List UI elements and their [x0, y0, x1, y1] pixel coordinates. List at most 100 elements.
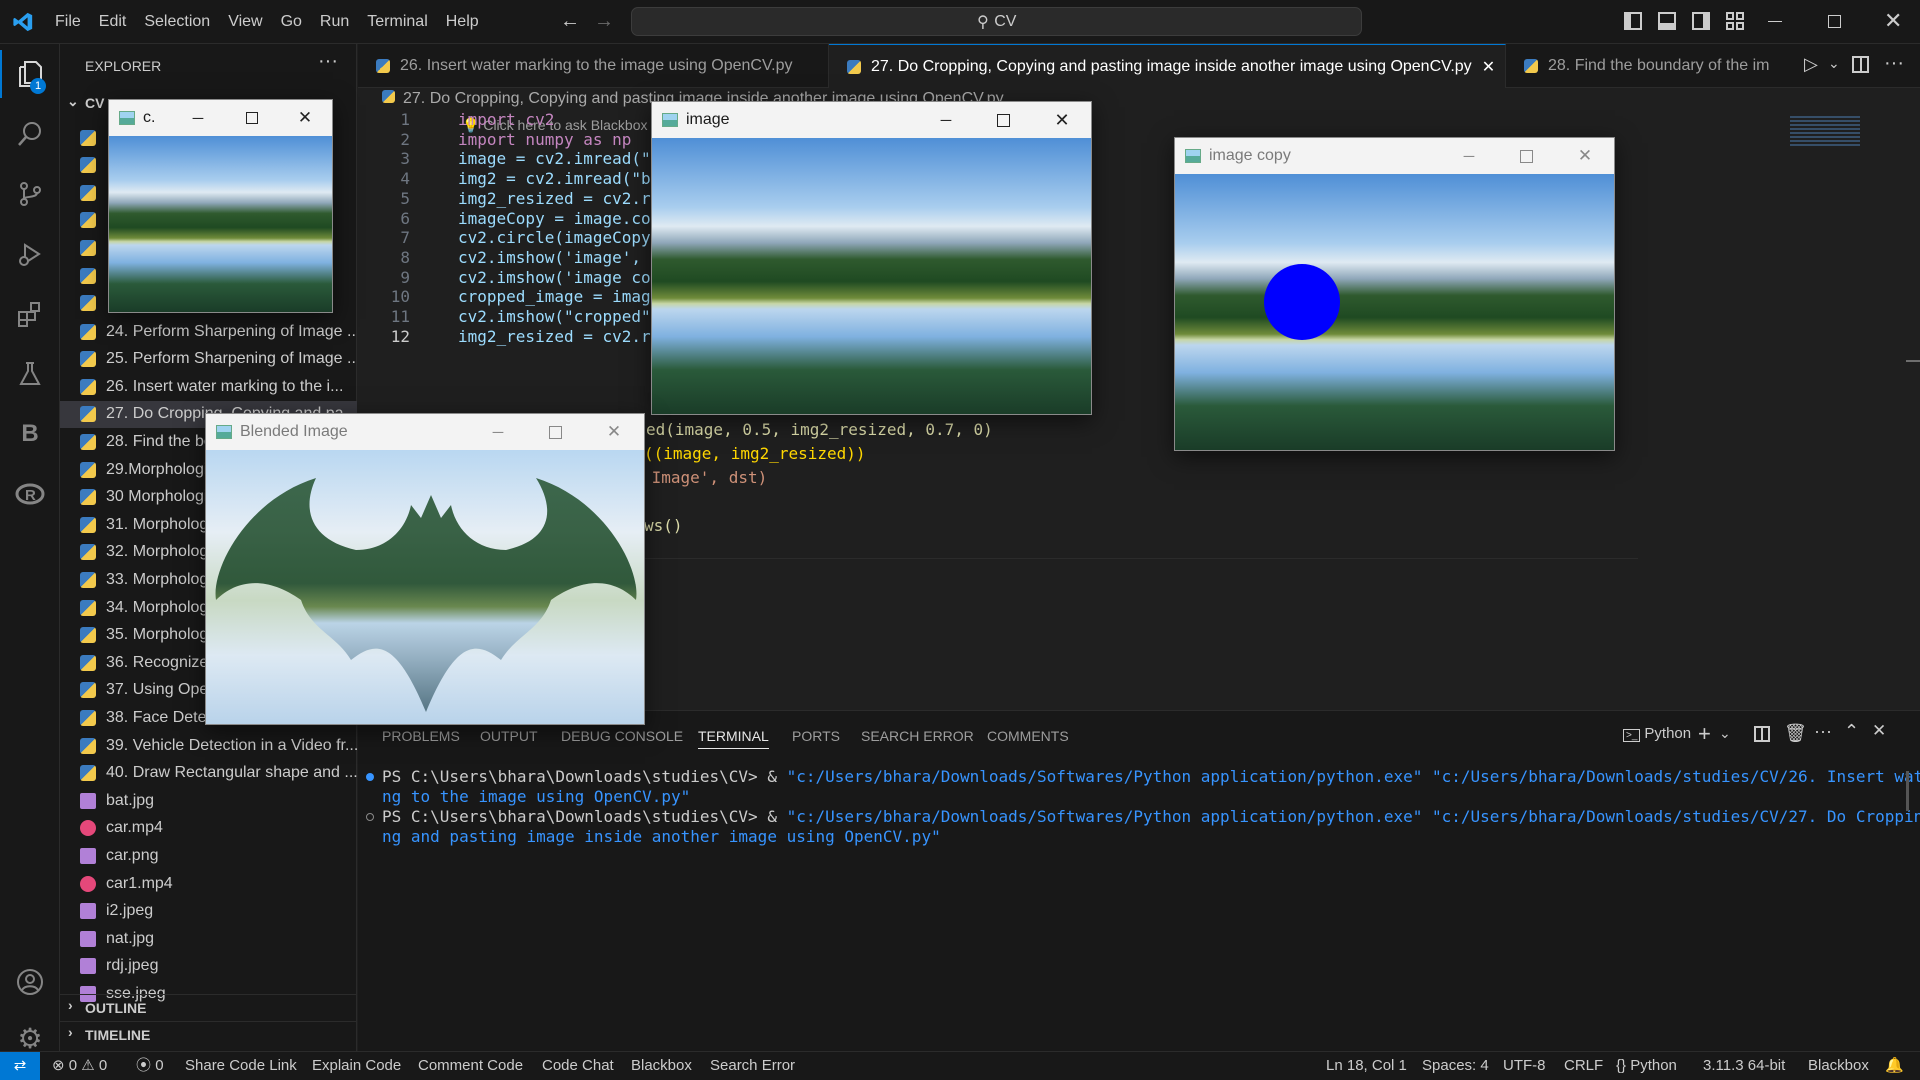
tab-problems[interactable]: PROBLEMS — [382, 728, 460, 744]
remote-explorer-icon[interactable]: R — [0, 466, 60, 522]
command-center[interactable]: ⚲ CV — [631, 7, 1362, 36]
share-code-link[interactable]: Share Code Link — [185, 1052, 297, 1080]
back-arrow-icon[interactable]: ← — [560, 10, 580, 33]
chevron-down-icon[interactable]: ⌄ — [1719, 725, 1731, 742]
menu-file[interactable]: File — [46, 0, 90, 44]
blackbox-icon[interactable]: B — [0, 406, 60, 462]
tab-comments[interactable]: COMMENTS — [987, 728, 1069, 744]
window-titlebar[interactable]: image ─ ✕ — [652, 102, 1091, 138]
maximize-icon[interactable] — [1497, 138, 1555, 174]
menu-view[interactable]: View — [219, 0, 271, 44]
minimize-icon[interactable]: ─ — [1440, 138, 1498, 174]
split-editor-icon[interactable] — [1852, 56, 1869, 73]
more-actions-icon[interactable]: ··· — [318, 50, 338, 73]
testing-icon[interactable] — [0, 346, 60, 402]
explain-code[interactable]: Explain Code — [312, 1052, 401, 1080]
window-titlebar[interactable]: c. ─ ✕ — [109, 100, 332, 136]
extensions-icon[interactable] — [0, 286, 60, 342]
maximize-icon[interactable] — [223, 100, 281, 136]
code-chat[interactable]: Code Chat — [542, 1052, 614, 1080]
image-copy-window[interactable]: image copy ─ ✕ — [1174, 137, 1615, 451]
ports-status[interactable]: ⦿ 0 — [136, 1052, 164, 1080]
tab-output[interactable]: OUTPUT — [480, 728, 538, 744]
menu-selection[interactable]: Selection — [135, 0, 219, 44]
run-file-icon[interactable]: ▷ — [1804, 54, 1818, 75]
accounts-icon[interactable] — [0, 954, 60, 1010]
tree-item[interactable]: car.png — [60, 842, 357, 869]
outline-section[interactable]: › OUTLINE — [60, 994, 357, 1016]
maximize-icon[interactable] — [974, 102, 1032, 138]
search-error-status[interactable]: Search Error — [710, 1052, 795, 1080]
scrollbar[interactable] — [1906, 360, 1920, 362]
source-control-icon[interactable] — [0, 166, 60, 222]
terminal-scrollbar[interactable] — [1906, 771, 1909, 811]
minimap[interactable] — [1790, 116, 1860, 148]
tab-terminal[interactable]: TERMINAL — [698, 728, 769, 749]
tab-28[interactable]: 28. Find the boundary of the ima — [1506, 44, 1770, 88]
tab-27[interactable]: 27. Do Cropping, Copying and pasting ima… — [829, 44, 1506, 88]
restore-icon[interactable] — [1828, 15, 1841, 28]
close-window-icon[interactable]: ✕ — [1884, 8, 1902, 34]
tree-item[interactable]: bat.jpg — [60, 787, 357, 814]
split-terminal-icon[interactable] — [1754, 726, 1770, 742]
terminal-profile[interactable]: >_ Python — [1623, 725, 1691, 742]
encoding[interactable]: UTF-8 — [1503, 1052, 1546, 1080]
more-actions-icon[interactable]: ··· — [1884, 52, 1904, 75]
minimize-icon[interactable]: ─ — [469, 414, 527, 450]
forward-arrow-icon[interactable]: → — [594, 10, 614, 33]
remote-indicator[interactable]: ⇄ — [0, 1052, 40, 1080]
tree-item[interactable]: 26. Insert water marking to the i... — [60, 373, 357, 400]
close-icon[interactable]: ✕ — [1033, 102, 1091, 138]
tab-search-error[interactable]: SEARCH ERROR — [861, 728, 974, 744]
python-interpreter[interactable]: 3.11.3 64-bit — [1703, 1052, 1785, 1080]
customize-layout-icon[interactable] — [1726, 12, 1744, 30]
blended-image-window[interactable]: Blended Image ─ ✕ — [205, 413, 645, 725]
tree-item[interactable]: 40. Draw Rectangular shape and ... — [60, 760, 357, 787]
tree-item[interactable]: nat.jpg — [60, 925, 357, 952]
tab-ports[interactable]: PORTS — [792, 728, 840, 744]
tree-item[interactable]: 24. Perform Sharpening of Image ... — [60, 318, 357, 345]
terminal-output[interactable]: PS C:\Users\bhara\Downloads\studies\CV> … — [358, 767, 1920, 847]
more-actions-icon[interactable]: ··· — [1814, 721, 1832, 742]
minimize-icon[interactable]: ─ — [169, 100, 227, 136]
line-ending[interactable]: CRLF — [1564, 1052, 1603, 1080]
close-tab-icon[interactable]: ✕ — [1482, 57, 1495, 77]
cropped-window[interactable]: c. ─ ✕ — [108, 99, 333, 313]
window-titlebar[interactable]: image copy ─ ✕ — [1175, 138, 1614, 174]
maximize-panel-icon[interactable]: ⌃ — [1844, 721, 1859, 742]
tree-item[interactable]: rdj.jpeg — [60, 953, 357, 980]
run-debug-icon[interactable] — [0, 226, 60, 282]
blackbox-extension[interactable]: Blackbox — [1808, 1052, 1869, 1080]
blackbox-status[interactable]: Blackbox — [631, 1052, 692, 1080]
language-mode[interactable]: {} Python — [1616, 1052, 1677, 1080]
tree-item[interactable]: 39. Vehicle Detection in a Video fr... — [60, 732, 357, 759]
minimize-icon[interactable]: ─ — [917, 102, 975, 138]
problems-status[interactable]: ⊗ 0 ⚠ 0 — [52, 1052, 107, 1080]
tab-26[interactable]: 26. Insert water marking to the image us… — [358, 44, 829, 88]
toggle-sidebar-icon[interactable] — [1624, 12, 1642, 30]
timeline-section[interactable]: › TIMELINE — [60, 1021, 357, 1043]
menu-edit[interactable]: Edit — [90, 0, 136, 44]
close-icon[interactable]: ✕ — [276, 100, 332, 136]
minimize-icon[interactable] — [1768, 21, 1782, 22]
window-titlebar[interactable]: Blended Image ─ ✕ — [206, 414, 644, 450]
cursor-position[interactable]: Ln 18, Col 1 — [1326, 1052, 1407, 1080]
close-icon[interactable]: ✕ — [585, 414, 643, 450]
close-icon[interactable]: ✕ — [1556, 138, 1614, 174]
close-panel-icon[interactable]: ✕ — [1872, 721, 1886, 741]
tree-item[interactable]: car.mp4 — [60, 815, 357, 842]
explorer-icon[interactable]: 1 — [0, 46, 60, 102]
tab-debug-console[interactable]: DEBUG CONSOLE — [561, 728, 683, 744]
search-icon[interactable] — [0, 106, 60, 162]
new-terminal-icon[interactable]: + — [1698, 721, 1711, 747]
menu-go[interactable]: Go — [272, 0, 311, 44]
toggle-secondary-sidebar-icon[interactable] — [1692, 12, 1710, 30]
tree-item[interactable]: 25. Perform Sharpening of Image ... — [60, 346, 357, 373]
menu-terminal[interactable]: Terminal — [358, 0, 436, 44]
tree-item[interactable]: car1.mp4 — [60, 870, 357, 897]
toggle-panel-icon[interactable] — [1658, 12, 1676, 30]
maximize-icon[interactable] — [526, 414, 584, 450]
tree-item[interactable]: i2.jpeg — [60, 898, 357, 925]
bell-icon[interactable]: 🔔 — [1885, 1052, 1904, 1080]
image-window[interactable]: image ─ ✕ — [651, 101, 1092, 415]
